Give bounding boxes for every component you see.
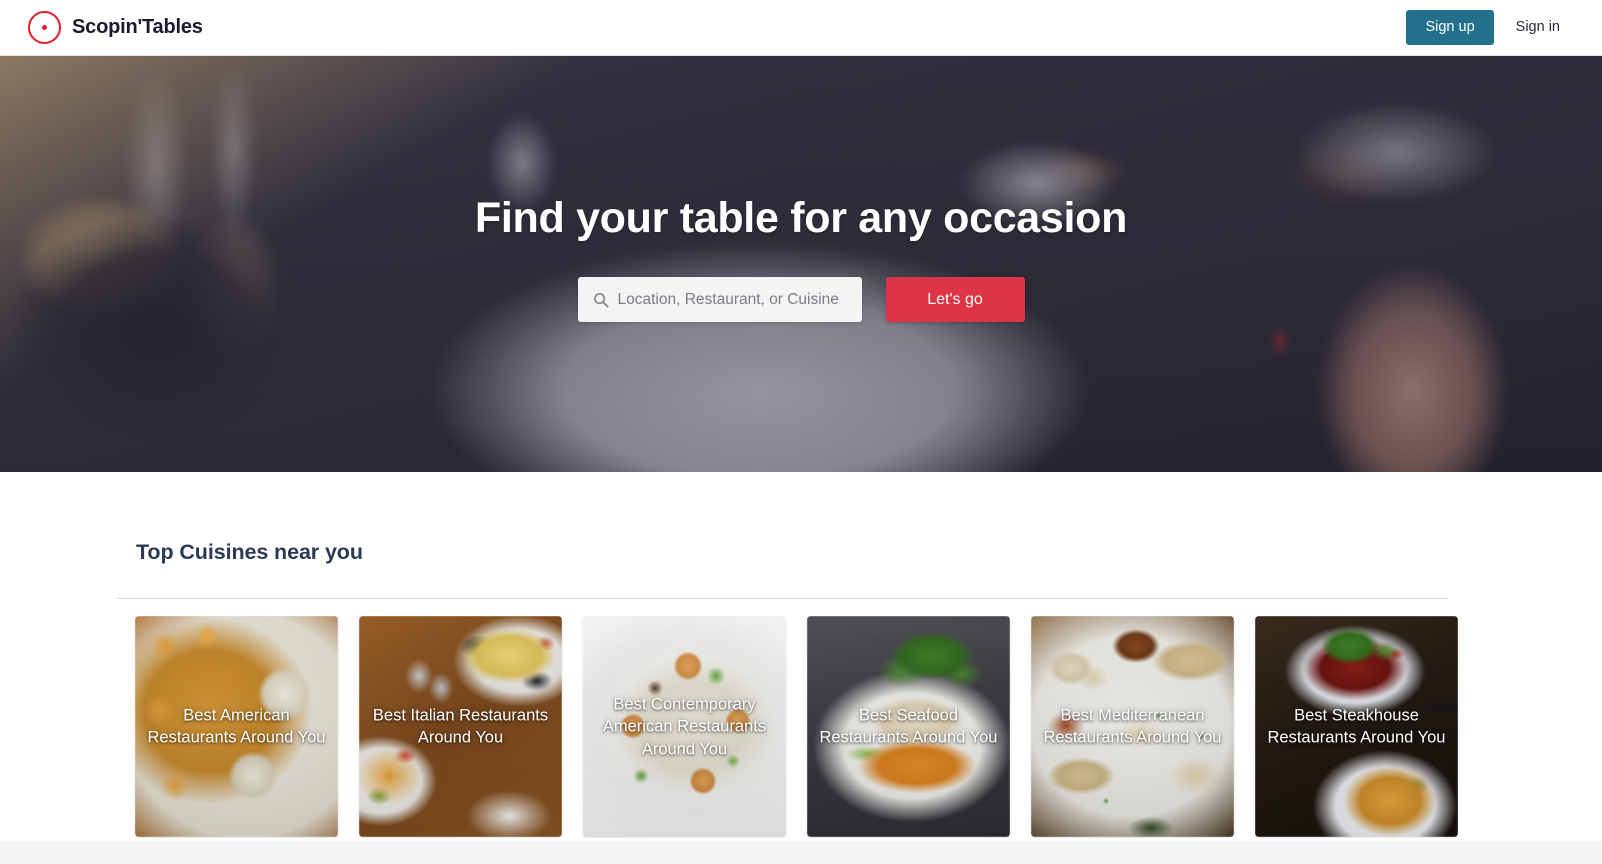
hero-banner: Find your table for any occasion Let's g… [0, 56, 1602, 472]
search-input[interactable] [617, 277, 862, 322]
site-header: Scopin'Tables Sign up Sign in [0, 0, 1602, 56]
search-icon [593, 292, 609, 308]
sign-in-button[interactable]: Sign in [1502, 10, 1574, 45]
cuisine-card-label: Best Contemporary American Restaurants A… [602, 694, 767, 758]
cuisine-card[interactable]: Best Seafood Restaurants Around You [807, 616, 1010, 837]
cuisine-card[interactable]: Best Steakhouse Restaurants Around You [1255, 616, 1458, 837]
cuisine-card[interactable]: Best Mediterranean Restaurants Around Yo… [1031, 616, 1234, 837]
cuisine-card-label: Best Mediterranean Restaurants Around Yo… [1043, 706, 1222, 747]
search-field[interactable] [577, 277, 862, 322]
cuisine-card-label: Best Seafood Restaurants Around You [819, 706, 998, 747]
cuisine-card[interactable]: Best Contemporary American Restaurants A… [583, 616, 786, 837]
sign-up-button[interactable]: Sign up [1406, 10, 1494, 45]
top-cuisines-section: Top Cuisines near you Best American Rest… [0, 472, 1602, 864]
footer-strip [0, 842, 1602, 864]
hero-search-bar: Let's go [577, 277, 1025, 322]
target-pin-icon [28, 11, 61, 44]
brand-name: Scopin'Tables [72, 16, 203, 38]
section-divider [117, 598, 1448, 599]
hero-content: Find your table for any occasion Let's g… [0, 56, 1602, 472]
header-actions: Sign up Sign in [1406, 10, 1574, 45]
cuisine-card-label: Best Italian Restaurants Around You [372, 706, 549, 747]
cuisine-card[interactable]: Best American Restaurants Around You [135, 616, 338, 837]
lets-go-button[interactable]: Let's go [885, 277, 1025, 322]
section-header: Top Cuisines near you [0, 472, 1602, 565]
cuisine-card-carousel[interactable]: Best American Restaurants Around You Best… [0, 616, 1602, 838]
page-title: Top Cuisines near you [136, 540, 363, 564]
cuisine-card-label: Best Steakhouse Restaurants Around You [1267, 706, 1446, 747]
cuisine-card-label: Best American Restaurants Around You [147, 706, 326, 747]
cuisine-card[interactable]: Best Italian Restaurants Around You [359, 616, 562, 837]
brand-logo[interactable]: Scopin'Tables [28, 11, 203, 44]
hero-title: Find your table for any occasion [474, 194, 1128, 242]
